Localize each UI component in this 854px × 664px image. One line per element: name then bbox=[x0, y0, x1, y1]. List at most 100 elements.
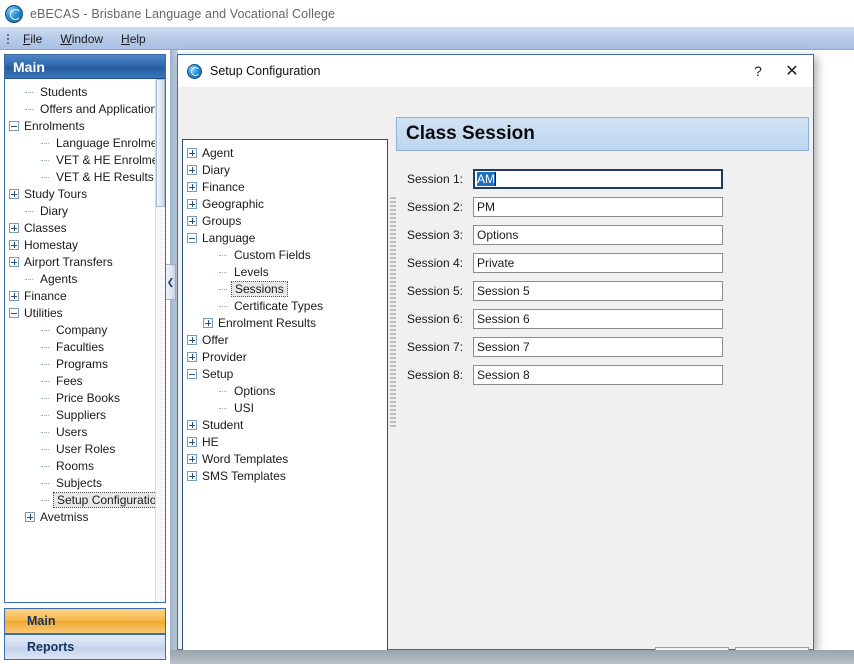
navigator-header: Main bbox=[5, 55, 165, 79]
tree-item[interactable]: Rooms bbox=[5, 457, 165, 474]
tree-item-label: Offers and Applications bbox=[38, 102, 165, 116]
expand-plus-icon[interactable] bbox=[187, 199, 197, 209]
tree-item[interactable]: Word Templates bbox=[183, 450, 387, 467]
tree-item[interactable]: VET & HE Enrolments bbox=[5, 151, 165, 168]
expand-plus-icon[interactable] bbox=[187, 148, 197, 158]
tree-item[interactable]: Finance bbox=[183, 178, 387, 195]
tree-item[interactable]: Programs bbox=[5, 355, 165, 372]
navigator-scrollbar-thumb[interactable] bbox=[156, 79, 165, 207]
navigator-tree[interactable]: Students Offers and ApplicationsEnrolment… bbox=[5, 79, 165, 602]
dialog-titlebar[interactable]: Setup Configuration ? ✕ bbox=[178, 55, 813, 87]
expand-plus-icon[interactable] bbox=[187, 182, 197, 192]
expand-plus-icon[interactable] bbox=[187, 352, 197, 362]
expand-plus-icon[interactable] bbox=[9, 189, 19, 199]
expand-plus-icon[interactable] bbox=[187, 335, 197, 345]
tree-item[interactable]: Levels bbox=[183, 263, 387, 280]
expand-plus-icon[interactable] bbox=[25, 512, 35, 522]
tree-item[interactable]: Avetmiss bbox=[5, 508, 165, 525]
tree-item[interactable]: Suppliers bbox=[5, 406, 165, 423]
expand-plus-icon[interactable] bbox=[187, 420, 197, 430]
session-field-row: Session 6: bbox=[396, 305, 809, 333]
tree-item[interactable]: Agent bbox=[183, 144, 387, 161]
tree-item[interactable]: Language Enrolments bbox=[5, 134, 165, 151]
session-input-3[interactable] bbox=[473, 225, 723, 245]
tree-item[interactable]: Groups bbox=[183, 212, 387, 229]
tree-item[interactable]: Options bbox=[183, 382, 387, 399]
tree-item[interactable]: Enrolment Results bbox=[183, 314, 387, 331]
menu-item-window[interactable]: Window bbox=[51, 30, 112, 48]
session-input-2[interactable] bbox=[473, 197, 723, 217]
tree-item-label: Offer bbox=[200, 333, 230, 347]
tree-item[interactable]: Enrolments bbox=[5, 117, 165, 134]
tree-item[interactable]: SMS Templates bbox=[183, 467, 387, 484]
session-input-6[interactable] bbox=[473, 309, 723, 329]
expand-plus-icon[interactable] bbox=[9, 240, 19, 250]
session-input-5[interactable] bbox=[473, 281, 723, 301]
collapse-minus-icon[interactable] bbox=[9, 308, 19, 318]
tree-item[interactable]: Setup Configuration bbox=[5, 491, 165, 508]
expand-plus-icon[interactable] bbox=[9, 291, 19, 301]
tree-item[interactable]: Offers and Applications bbox=[5, 100, 165, 117]
session-input-7[interactable] bbox=[473, 337, 723, 357]
tree-item[interactable]: Geographic bbox=[183, 195, 387, 212]
tree-item[interactable]: Language bbox=[183, 229, 387, 246]
session-input-1[interactable] bbox=[473, 169, 723, 189]
tree-item[interactable]: Diary bbox=[5, 202, 165, 219]
expand-plus-icon[interactable] bbox=[187, 165, 197, 175]
content-heading: Class Session bbox=[396, 117, 809, 151]
collapse-minus-icon[interactable] bbox=[187, 233, 197, 243]
navigator-button-reports[interactable]: Reports bbox=[4, 634, 166, 660]
tree-item[interactable]: Homestay bbox=[5, 236, 165, 253]
close-icon[interactable]: ✕ bbox=[777, 59, 807, 83]
menu-item-file[interactable]: File bbox=[14, 30, 51, 48]
tree-item[interactable]: Student bbox=[183, 416, 387, 433]
tree-item[interactable]: Certificate Types bbox=[183, 297, 387, 314]
menu-grip-handle[interactable] bbox=[3, 31, 12, 47]
tree-item[interactable]: Subjects bbox=[5, 474, 165, 491]
collapse-minus-icon[interactable] bbox=[187, 369, 197, 379]
expand-plus-icon[interactable] bbox=[187, 471, 197, 481]
navigator-button-main[interactable]: Main bbox=[4, 608, 166, 634]
tree-item[interactable]: VET & HE Results bbox=[5, 168, 165, 185]
tree-item[interactable]: Sessions bbox=[183, 280, 387, 297]
tree-item[interactable]: User Roles bbox=[5, 440, 165, 457]
tree-item[interactable]: Provider bbox=[183, 348, 387, 365]
session-input-4[interactable] bbox=[473, 253, 723, 273]
expand-plus-icon[interactable] bbox=[203, 318, 213, 328]
expand-plus-icon[interactable] bbox=[187, 437, 197, 447]
tree-item[interactable]: Faculties bbox=[5, 338, 165, 355]
tree-item[interactable]: HE bbox=[183, 433, 387, 450]
tree-item[interactable]: Agents bbox=[5, 270, 165, 287]
tree-leaf-connector-icon bbox=[41, 393, 51, 403]
collapse-minus-icon[interactable] bbox=[9, 121, 19, 131]
tree-item[interactable]: Offer bbox=[183, 331, 387, 348]
tree-item[interactable]: Classes bbox=[5, 219, 165, 236]
tree-item[interactable]: Price Books bbox=[5, 389, 165, 406]
navigator-button-main-label: Main bbox=[27, 614, 55, 628]
session-field-row: Session 1:AM bbox=[396, 165, 809, 193]
tree-item[interactable]: Diary bbox=[183, 161, 387, 178]
tree-item[interactable]: Finance bbox=[5, 287, 165, 304]
expand-plus-icon[interactable] bbox=[9, 257, 19, 267]
session-input-8[interactable] bbox=[473, 365, 723, 385]
tree-item[interactable]: Company bbox=[5, 321, 165, 338]
tree-item[interactable]: Setup bbox=[183, 365, 387, 382]
navigator-collapse-button[interactable]: ❮ bbox=[166, 264, 176, 300]
tree-item[interactable]: Students bbox=[5, 83, 165, 100]
tree-item[interactable]: Study Tours bbox=[5, 185, 165, 202]
tree-item-label: Diary bbox=[200, 163, 232, 177]
tree-item[interactable]: Airport Transfers bbox=[5, 253, 165, 270]
expand-plus-icon[interactable] bbox=[187, 454, 197, 464]
tree-item[interactable]: Utilities bbox=[5, 304, 165, 321]
tree-item[interactable]: Fees bbox=[5, 372, 165, 389]
tree-item[interactable]: Users bbox=[5, 423, 165, 440]
help-icon[interactable]: ? bbox=[743, 59, 773, 83]
expand-plus-icon[interactable] bbox=[9, 223, 19, 233]
tree-item[interactable]: USI bbox=[183, 399, 387, 416]
navigator-scrollbar[interactable] bbox=[155, 79, 165, 602]
session-field-label: Session 6: bbox=[396, 312, 473, 326]
tree-item[interactable]: Custom Fields bbox=[183, 246, 387, 263]
menu-item-help[interactable]: Help bbox=[112, 30, 155, 48]
configuration-tree[interactable]: Agent DiaryFinanceGeographicGroupsLanguag… bbox=[182, 139, 388, 659]
expand-plus-icon[interactable] bbox=[187, 216, 197, 226]
